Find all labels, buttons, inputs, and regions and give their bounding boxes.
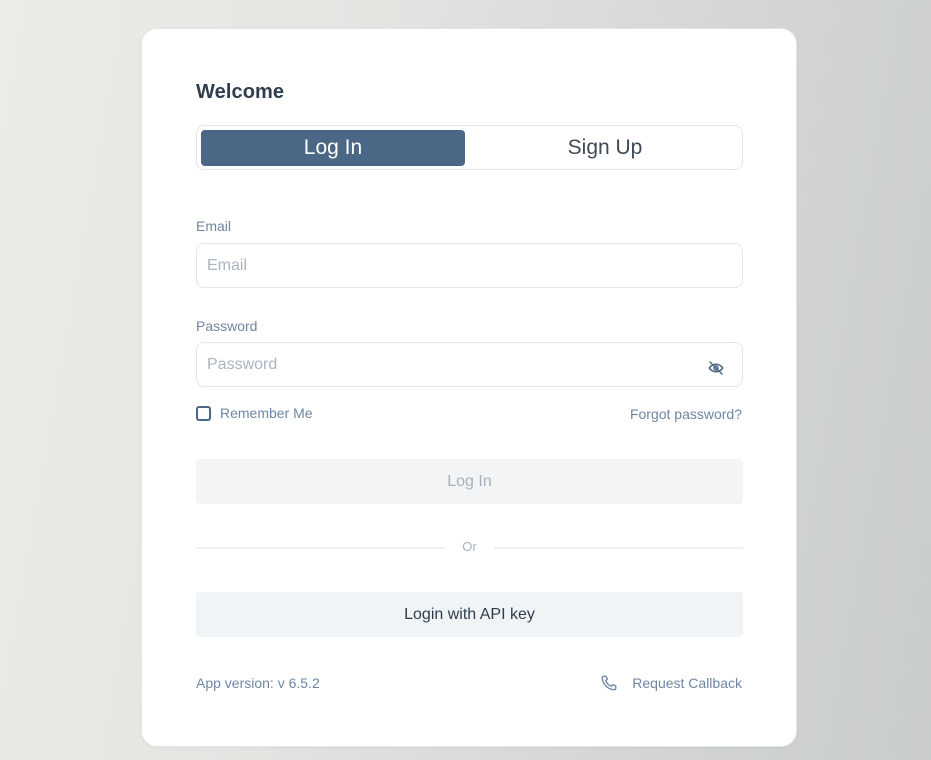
divider-label: Or xyxy=(462,539,477,554)
tab-sign-up[interactable]: Sign Up xyxy=(473,130,737,166)
email-label: Email xyxy=(196,218,232,234)
login-with-api-key-button[interactable]: Login with API key xyxy=(196,592,743,637)
forgot-password-link[interactable]: Forgot password? xyxy=(630,406,742,422)
remember-me-label: Remember Me xyxy=(220,405,313,421)
login-form: Welcome Log In Sign Up Email Password Re… xyxy=(196,29,743,746)
request-callback-label: Request Callback xyxy=(632,675,742,691)
tab-log-in[interactable]: Log In xyxy=(201,130,465,166)
login-card: Welcome Log In Sign Up Email Password Re… xyxy=(141,28,797,747)
phone-icon xyxy=(601,675,617,691)
password-field[interactable] xyxy=(196,342,743,387)
request-callback-link[interactable]: Request Callback xyxy=(600,674,742,692)
email-field[interactable] xyxy=(196,243,743,288)
remember-me-checkbox[interactable]: Remember Me xyxy=(196,405,313,421)
app-version: App version: v 6.5.2 xyxy=(196,675,320,691)
page-title: Welcome xyxy=(196,81,285,103)
auth-tabs: Log In Sign Up xyxy=(196,125,743,170)
checkbox-box[interactable] xyxy=(196,405,211,421)
password-label: Password xyxy=(196,318,258,334)
log-in-button[interactable]: Log In xyxy=(196,459,743,504)
eye-off-icon[interactable] xyxy=(707,359,725,377)
